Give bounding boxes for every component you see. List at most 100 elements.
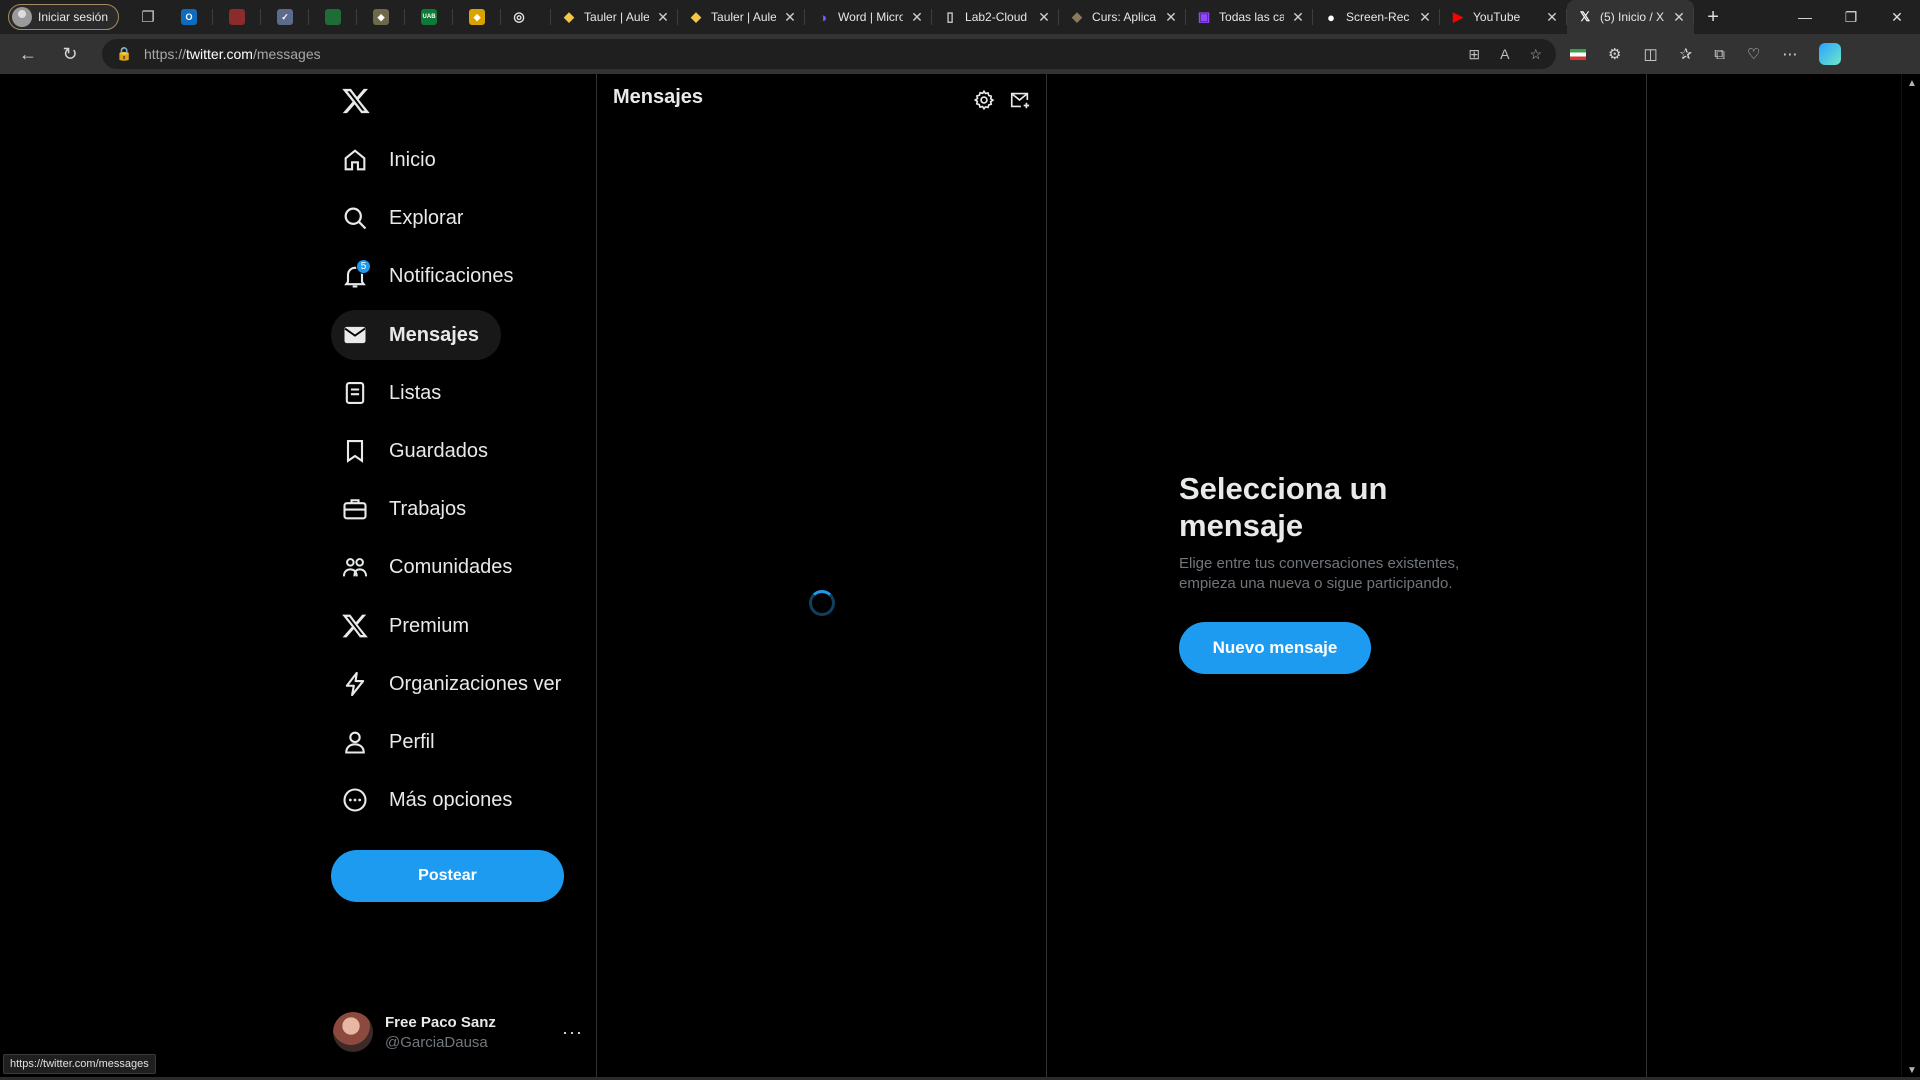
person-icon xyxy=(341,728,369,756)
favorite-star-icon[interactable]: ☆ xyxy=(1529,46,1542,63)
sidebar-item-label: Guardados xyxy=(389,439,488,462)
sidebar-item-label: Explorar xyxy=(389,206,464,229)
tab-favicon-icon: ◎ xyxy=(513,9,525,24)
tab-favicon-icon: ◆ xyxy=(1072,9,1083,24)
scroll-down-icon[interactable]: ▼ xyxy=(1907,1065,1917,1076)
browser-essentials-icon[interactable]: ♡ xyxy=(1747,45,1760,63)
split-screen-icon[interactable]: ◫ xyxy=(1643,45,1657,63)
sidebar-item-comunidades[interactable]: Comunidades xyxy=(331,542,534,592)
tab-title: Tauler | Aule xyxy=(584,10,650,24)
app-green-icon xyxy=(325,9,342,25)
refresh-icon[interactable]: ↻ xyxy=(52,38,88,70)
workspaces-icon[interactable]: ❐ xyxy=(131,4,165,30)
tab-close-icon[interactable]: ✕ xyxy=(1037,9,1051,26)
pinned-tab[interactable]: ✓ xyxy=(261,0,310,34)
settings-more-icon[interactable]: ⋯ xyxy=(1782,45,1797,63)
sidebar-item-explorar[interactable]: Explorar xyxy=(331,193,485,243)
sidebar-item-perfil[interactable]: Perfil xyxy=(331,717,457,767)
pinned-tabs: O ✓ ◆ UAB ◆ xyxy=(165,0,502,34)
browser-tab[interactable]: ▯ Lab2-Cloud ✕ xyxy=(932,0,1060,34)
browser-tab[interactable]: ◆ Tauler | Aule ✕ xyxy=(551,0,679,34)
tab-close-icon[interactable]: ✕ xyxy=(783,9,797,26)
tab-close-icon[interactable]: ✕ xyxy=(1164,9,1178,26)
collections-icon[interactable]: ⧉ xyxy=(1714,46,1725,63)
new-message-button[interactable]: Nuevo mensaje xyxy=(1179,622,1371,674)
sidebar-item-notificaciones[interactable]: 5 Notificaciones xyxy=(331,251,536,301)
restore-icon[interactable]: ❐ xyxy=(1828,0,1874,34)
sidebar-item-label: Perfil xyxy=(389,730,435,753)
tab-close-icon[interactable]: ✕ xyxy=(1291,9,1305,26)
settings-gear-icon[interactable] xyxy=(973,89,995,111)
tab-close-icon[interactable]: ✕ xyxy=(910,9,924,26)
app-round-icon: ✓ xyxy=(277,9,294,25)
messages-column: Mensajes xyxy=(596,74,1047,1077)
extension-flag-icon[interactable] xyxy=(1570,48,1586,60)
account-switcher[interactable]: Free Paco Sanz @GarciaDausa ··· xyxy=(333,1004,583,1060)
new-tab-button[interactable]: + xyxy=(1694,6,1732,29)
browser-tab[interactable]: ◎ xyxy=(501,0,552,34)
loading-spinner xyxy=(809,590,835,616)
profile-avatar-icon xyxy=(12,7,32,27)
post-button[interactable]: Postear xyxy=(331,850,564,902)
pinned-tab[interactable]: ◆ xyxy=(357,0,406,34)
minimize-icon[interactable]: — xyxy=(1782,0,1828,34)
sidebar-item-guardados[interactable]: Guardados xyxy=(331,426,510,476)
sidebar-item-organizaciones-ver[interactable]: Organizaciones ver xyxy=(331,659,583,709)
pinned-tab[interactable] xyxy=(309,0,358,34)
mail-icon xyxy=(341,321,369,349)
sidebar-item-label: Inicio xyxy=(389,148,436,171)
tab-title: Todas las ca xyxy=(1219,10,1285,24)
x-logo-icon[interactable] xyxy=(341,86,371,116)
address-bar[interactable]: 🔒 https://twitter.com/messages ⊞ A ☆ xyxy=(102,39,1556,69)
browser-tab[interactable]: ▶ YouTube ✕ xyxy=(1440,0,1568,34)
lock-icon[interactable]: 🔒 xyxy=(116,46,136,62)
tab-close-icon[interactable]: ✕ xyxy=(656,9,670,26)
pinned-tab[interactable]: O xyxy=(165,0,214,34)
browser-tab[interactable]: ◆ Tauler | Aule ✕ xyxy=(678,0,806,34)
avatar xyxy=(333,1012,373,1052)
lightning-icon xyxy=(341,670,369,698)
sidebar-item-label: Más opciones xyxy=(389,788,513,811)
sidebar-item-inicio[interactable]: Inicio xyxy=(331,135,458,185)
sidebar-item-m-s-opciones[interactable]: Más opciones xyxy=(331,775,534,825)
status-bar-url: https://twitter.com/messages xyxy=(3,1054,156,1074)
extensions-icon[interactable]: ⚙ xyxy=(1608,45,1621,63)
address-url: https://twitter.com/messages xyxy=(144,46,321,62)
home-icon xyxy=(341,146,369,174)
browser-tab[interactable]: ◑ Word | Micro ✕ xyxy=(805,0,933,34)
empty-state-subtitle: Elige entre tus conversaciones existente… xyxy=(1179,555,1460,592)
briefcase-icon xyxy=(341,495,369,523)
close-window-icon[interactable]: ✕ xyxy=(1874,0,1920,34)
sidebar-item-mensajes[interactable]: Mensajes xyxy=(331,310,502,360)
sidebar-item-label: Organizaciones ver xyxy=(389,672,562,695)
pinned-tab[interactable]: UAB xyxy=(405,0,454,34)
back-icon[interactable]: ← xyxy=(10,38,46,70)
sidebar-item-trabajos[interactable]: Trabajos xyxy=(331,484,488,534)
app-available-icon[interactable]: ⊞ xyxy=(1468,46,1480,63)
tab-favicon-icon: ▶ xyxy=(1453,9,1464,24)
tab-title: Curs: Aplica xyxy=(1092,10,1157,24)
new-message-icon[interactable] xyxy=(1009,89,1031,111)
page-scrollbar[interactable]: ▲ ▼ xyxy=(1901,74,1920,1080)
pinned-tab[interactable]: ◆ xyxy=(453,0,502,34)
profile-button[interactable]: Iniciar sesión xyxy=(8,4,120,30)
favorites-icon[interactable]: ✰ xyxy=(1680,45,1693,63)
tab-close-icon[interactable]: ✕ xyxy=(1672,9,1686,26)
tab-close-icon[interactable]: ✕ xyxy=(1545,9,1559,26)
copilot-icon[interactable] xyxy=(1819,43,1842,65)
browser-tab[interactable]: ◆ Curs: Aplica ✕ xyxy=(1059,0,1187,34)
sidebar-item-listas[interactable]: Listas xyxy=(331,368,463,418)
tab-close-icon[interactable]: ✕ xyxy=(1418,9,1432,26)
scroll-up-icon[interactable]: ▲ xyxy=(1907,78,1917,89)
sidebar-item-premium[interactable]: Premium xyxy=(331,601,491,651)
sidebar-item-label: Mensajes xyxy=(389,323,480,346)
browser-tab[interactable]: 𝕏 (5) Inicio / X ✕ xyxy=(1567,0,1695,34)
notification-badge: 5 xyxy=(356,259,371,274)
sidebar-item-label: Trabajos xyxy=(389,497,467,520)
pinned-tab[interactable] xyxy=(213,0,262,34)
more-dots-icon[interactable]: ··· xyxy=(562,1022,583,1043)
read-aloud-icon[interactable]: A xyxy=(1500,46,1509,63)
search-icon xyxy=(341,204,369,232)
browser-tab[interactable]: ▣ Todas las ca ✕ xyxy=(1186,0,1314,34)
browser-tab[interactable]: ● Screen-Rec ✕ xyxy=(1313,0,1441,34)
